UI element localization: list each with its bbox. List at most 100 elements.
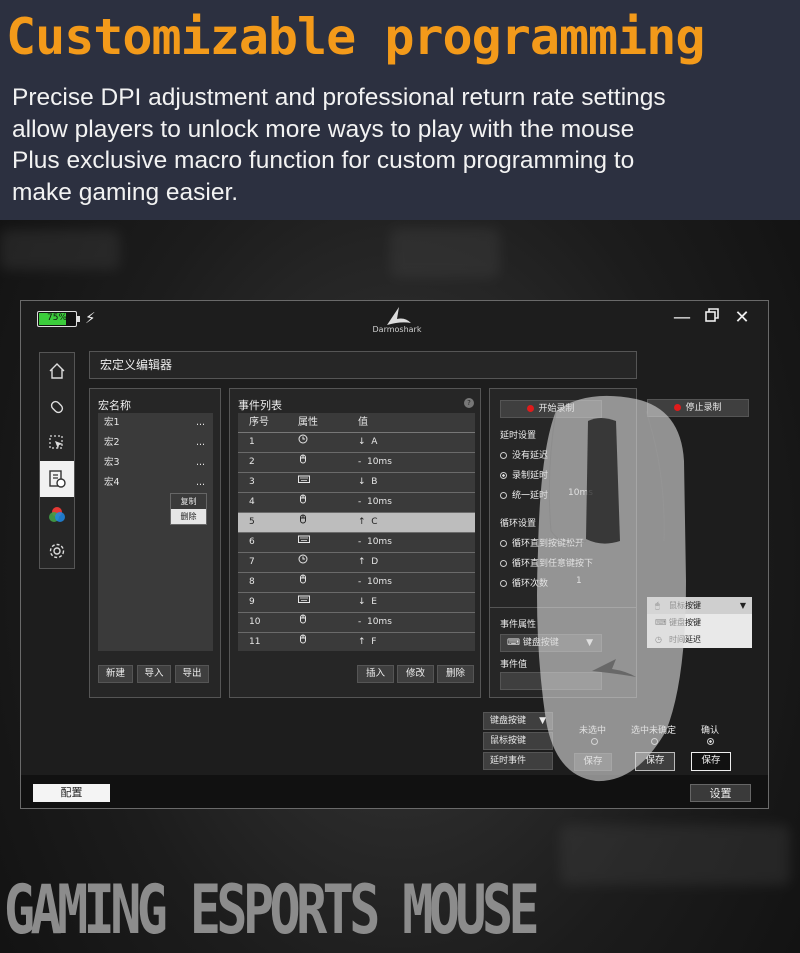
nav-mouse[interactable] <box>40 389 74 425</box>
event-row[interactable]: 4 - 10ms <box>238 493 475 513</box>
loop-option[interactable]: 循环次数 <box>500 576 548 589</box>
event-type-dropdown[interactable]: 键盘按键 ▼ <box>483 712 553 730</box>
settings-button[interactable]: 设置 <box>690 784 751 802</box>
nav-settings[interactable] <box>40 533 74 569</box>
event-index: 2 <box>249 457 255 467</box>
event-type-value: 键盘按键 <box>490 716 527 726</box>
macro-name-panel: 宏名称 宏1... 宏2... 宏3... 宏4... 复制 删除 新建 导入 … <box>89 388 221 698</box>
event-row[interactable]: 9 ↓ E <box>238 593 475 613</box>
macro-list: 宏1... 宏2... 宏3... 宏4... 复制 删除 <box>98 413 213 651</box>
event-row[interactable]: 6 - 10ms <box>238 533 475 553</box>
event-arrow: - <box>358 497 362 507</box>
event-type-option[interactable]: 延时事件 <box>483 752 553 770</box>
loop-option[interactable]: 循环直到按键松开 <box>500 536 584 549</box>
delay-settings-title: 延时设置 <box>500 431 537 441</box>
export-button[interactable]: 导出 <box>175 665 209 683</box>
restore-button[interactable] <box>701 307 723 329</box>
promo-line: allow players to unlock more ways to pla… <box>12 115 635 143</box>
radio-icon <box>500 560 507 567</box>
event-arrow: ↓ <box>358 477 366 487</box>
event-value-input[interactable] <box>500 672 602 690</box>
start-record-button[interactable]: 开始录制 <box>500 400 602 418</box>
home-icon <box>49 363 65 379</box>
more-options-icon[interactable]: ... <box>196 433 205 453</box>
event-value-text: 10ms <box>366 537 392 547</box>
delete-button[interactable]: 删除 <box>437 665 474 683</box>
record-dot-icon <box>674 404 682 411</box>
editor-title: 宏定义编辑器 <box>89 351 637 379</box>
insert-button[interactable]: 插入 <box>357 665 394 683</box>
event-value: - 10ms <box>358 493 392 512</box>
save-button[interactable]: 保存 <box>574 753 612 771</box>
minimize-button[interactable]: — <box>671 307 693 329</box>
delete-menu-item[interactable]: 删除 <box>171 509 206 524</box>
new-macro-button[interactable]: 新建 <box>98 665 133 683</box>
loop-option[interactable]: 循环直到任意键按下 <box>500 556 593 569</box>
event-row[interactable]: 2 - 10ms <box>238 453 475 473</box>
macro-item-label: 宏3 <box>104 457 120 468</box>
event-row[interactable]: 1 ↓ A <box>238 433 475 453</box>
event-type-icon <box>298 573 308 592</box>
delay-option[interactable]: 统一延时 <box>500 488 548 501</box>
popup-item-mouse[interactable]: 🖱 鼠标按键 ▼ <box>647 597 752 614</box>
popup-item-delay[interactable]: ◷ 时间延迟 <box>647 631 752 648</box>
event-value: - 10ms <box>358 533 392 552</box>
macro-item[interactable]: 宏4... <box>98 473 213 493</box>
event-row[interactable]: 8 - 10ms <box>238 573 475 593</box>
nav-rgb[interactable] <box>40 497 74 533</box>
delay-option-label: 没有延迟 <box>512 451 549 461</box>
close-button[interactable]: ✕ <box>731 307 753 329</box>
event-index: 11 <box>249 637 261 647</box>
loop-count-input[interactable]: 1 <box>576 576 582 586</box>
event-index: 6 <box>249 537 255 547</box>
import-button[interactable]: 导入 <box>137 665 171 683</box>
promo-line: make gaming easier. <box>12 178 239 206</box>
start-record-label: 开始录制 <box>538 404 575 414</box>
radio-selected-icon[interactable] <box>707 738 714 745</box>
event-type-icon <box>298 593 310 612</box>
event-index: 7 <box>249 557 255 567</box>
delay-option[interactable]: 录制延时 <box>500 468 548 481</box>
macro-item[interactable]: 宏1... <box>98 413 213 433</box>
event-row[interactable]: 5 ↑ C <box>238 513 475 533</box>
event-row[interactable]: 10 - 10ms <box>238 613 475 633</box>
event-value-text: E <box>371 597 377 607</box>
background-blur <box>560 825 790 885</box>
config-button[interactable]: 配置 <box>33 784 110 802</box>
more-options-icon[interactable]: ... <box>196 453 205 473</box>
event-index: 1 <box>249 437 255 447</box>
macro-item[interactable]: 宏2... <box>98 433 213 453</box>
keyboard-icon <box>298 535 310 543</box>
bottom-bar <box>21 775 768 808</box>
delay-option[interactable]: 没有延迟 <box>500 448 548 461</box>
restore-icon <box>705 308 719 322</box>
radio-icon <box>500 540 507 547</box>
popup-item-keyboard[interactable]: ⌨ 键盘按键 <box>647 614 752 631</box>
event-attr-dropdown[interactable]: ⌨ 键盘按键 ▼ <box>500 634 602 652</box>
brand-name: Darmoshark <box>372 325 422 334</box>
copy-menu-item[interactable]: 复制 <box>171 494 206 509</box>
radio-icon[interactable] <box>591 738 598 745</box>
macro-item[interactable]: 宏3... <box>98 453 213 473</box>
stop-record-button[interactable]: 停止录制 <box>647 399 749 417</box>
macro-context-menu: 复制 删除 <box>170 493 207 525</box>
event-arrow: ↑ <box>358 637 366 647</box>
event-row[interactable]: 7 ↑ D <box>238 553 475 573</box>
more-options-icon[interactable]: ... <box>196 473 205 493</box>
event-row[interactable]: 11 ↑ F <box>238 633 475 651</box>
delay-value-input[interactable]: 10ms <box>568 488 593 498</box>
radio-icon[interactable] <box>651 738 658 745</box>
nav-pointer[interactable] <box>40 425 74 461</box>
save-button[interactable]: 保存 <box>691 752 731 771</box>
more-options-icon[interactable]: ... <box>196 413 205 433</box>
event-row[interactable]: 3 ↓ B <box>238 473 475 493</box>
save-button[interactable]: 保存 <box>635 752 675 771</box>
modify-button[interactable]: 修改 <box>397 665 434 683</box>
nav-home[interactable] <box>40 353 74 389</box>
event-type-option[interactable]: 鼠标按键 <box>483 732 553 750</box>
event-attr-value: 键盘按键 <box>522 638 559 648</box>
event-value: ↑ D <box>358 553 378 572</box>
nav-macro[interactable] <box>40 461 74 497</box>
help-icon[interactable]: ? <box>464 398 474 408</box>
event-type-icon <box>298 493 308 512</box>
